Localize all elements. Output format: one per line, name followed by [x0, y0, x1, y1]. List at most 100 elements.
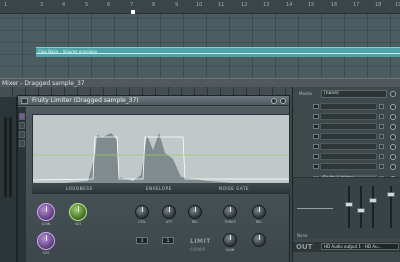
insert-slot-box[interactable]	[320, 103, 377, 110]
preset-dropdown[interactable]: (none)	[321, 90, 387, 98]
insert-slot-box[interactable]	[320, 133, 377, 140]
tab-noise-gate[interactable]	[19, 122, 25, 129]
insert-slot[interactable]	[295, 113, 399, 121]
eq-fader-track[interactable]	[360, 186, 362, 228]
tab-compressor[interactable]	[19, 131, 25, 138]
minimize-icon[interactable]	[271, 98, 277, 104]
plugin-title: Fruity Limiter (Dragged sample_37)	[32, 97, 139, 104]
eq-fader-low[interactable]	[345, 202, 353, 207]
menu-icon[interactable]	[21, 98, 28, 104]
close-icon[interactable]	[280, 98, 286, 104]
insert-panel: Master (none) None OUT HD Audio output 1…	[292, 87, 400, 262]
mixer-title: Mixer - Dragged sample_37	[2, 80, 85, 87]
eq-fader-mid[interactable]	[357, 208, 365, 213]
slot-enable-led[interactable]	[379, 124, 384, 129]
sus-knob[interactable]	[37, 232, 55, 250]
none-button[interactable]: None	[297, 233, 307, 238]
preset-row: Master (none)	[295, 90, 399, 98]
ruler-tick: 8	[152, 2, 156, 8]
ruler-tick: 6	[107, 2, 111, 8]
preset-knob[interactable]	[390, 91, 396, 97]
sat-knob[interactable]	[69, 203, 87, 221]
tab-limiter[interactable]	[19, 113, 25, 120]
level-meter-left	[4, 117, 7, 197]
insert-slot-box[interactable]	[320, 163, 377, 170]
slot-mix-knob[interactable]	[390, 104, 396, 110]
ceil-knob[interactable]	[135, 205, 149, 219]
slot-mix-knob[interactable]	[390, 144, 396, 150]
insert-slot[interactable]	[295, 163, 399, 171]
step-button-left[interactable]: 1	[136, 237, 148, 244]
gain-label: GAIN	[41, 222, 51, 226]
playlist-panel: 1 3 4 5 6 7 8 9 10 11 12 13 14 15 16 17 …	[0, 0, 400, 78]
rel-label: REL	[191, 220, 199, 224]
limit-logo: LIMIT	[190, 238, 211, 245]
slot-enable-led[interactable]	[379, 114, 384, 119]
slot-mix-knob[interactable]	[390, 114, 396, 120]
rel-knob[interactable]	[188, 205, 202, 219]
sat-label: SAT	[74, 222, 82, 226]
slot-mix-knob[interactable]	[390, 154, 396, 160]
output-row: OUT HD Audio output 1 - HD Au...	[293, 242, 400, 252]
chevron-down-icon[interactable]	[313, 124, 319, 129]
sus-label: SUS	[42, 251, 50, 255]
chevron-down-icon[interactable]	[313, 114, 319, 119]
comp-logo: COMP	[190, 247, 206, 252]
gate-gain-knob[interactable]	[223, 233, 237, 247]
ruler-tick: 12	[241, 2, 248, 8]
chevron-down-icon[interactable]	[313, 164, 319, 169]
thres-knob[interactable]	[223, 205, 237, 219]
slot-enable-led[interactable]	[379, 164, 384, 169]
ruler-tick: 9	[175, 2, 179, 8]
slot-enable-led[interactable]	[379, 134, 384, 139]
insert-slot-box[interactable]	[320, 143, 377, 150]
slot-enable-led[interactable]	[379, 144, 384, 149]
insert-slot[interactable]	[295, 153, 399, 161]
insert-slot-box[interactable]	[320, 153, 377, 160]
slot-enable-led[interactable]	[379, 104, 384, 109]
plugin-side-tabs	[18, 107, 26, 262]
gate-extra-knob[interactable]	[252, 233, 266, 247]
ruler-tick: 11	[218, 2, 225, 8]
chevron-down-icon[interactable]	[313, 104, 319, 109]
slot-mix-knob[interactable]	[390, 134, 396, 140]
timeline-ruler[interactable]: 1 3 4 5 6 7 8 9 10 11 12 13 14 15 16 17 …	[0, 0, 400, 14]
insert-slot-box[interactable]	[320, 123, 377, 130]
automation-clip[interactable]: Clap Basic - Volume envelope	[36, 47, 400, 57]
chevron-down-icon[interactable]	[313, 134, 319, 139]
tab-settings[interactable]	[19, 140, 25, 147]
eq-fader-track[interactable]	[372, 186, 374, 228]
chevron-down-icon[interactable]	[313, 144, 319, 149]
eq-curve[interactable]	[297, 208, 333, 209]
insert-slot-box[interactable]	[320, 113, 377, 120]
gate-rel-label: REL	[255, 220, 263, 224]
envelope-label: ENVELOPE	[146, 186, 172, 191]
eq-fader-track[interactable]	[348, 186, 350, 228]
volume-fader[interactable]	[387, 192, 395, 197]
gain-knob[interactable]	[37, 203, 55, 221]
insert-slot[interactable]	[295, 133, 399, 141]
step-button-right[interactable]: 1	[162, 237, 174, 244]
ruler-tick: 17	[353, 2, 360, 8]
eq-fader-high[interactable]	[369, 198, 377, 203]
ruler-ticks: 1 3 4 5 6 7 8 9 10 11 12 13 14 15 16 17 …	[0, 0, 400, 14]
waveform-graph	[33, 133, 289, 193]
ceil-label: CEIL	[138, 220, 146, 224]
slot-mix-knob[interactable]	[390, 164, 396, 170]
plugin-title-bar[interactable]: Fruity Limiter (Dragged sample_37)	[18, 96, 289, 106]
ruler-tick: 10	[196, 2, 203, 8]
gate-rel-knob[interactable]	[252, 205, 266, 219]
slot-mix-knob[interactable]	[390, 124, 396, 130]
chevron-down-icon[interactable]	[313, 154, 319, 159]
loudness-label: LOUDNESS	[66, 186, 93, 191]
playlist-grid[interactable]	[0, 14, 400, 78]
att-knob[interactable]	[162, 205, 176, 219]
thres-label: THRES	[224, 220, 236, 224]
output-dropdown[interactable]: HD Audio output 1 - HD Au...	[321, 243, 399, 250]
insert-slot[interactable]	[295, 123, 399, 131]
insert-slot[interactable]	[295, 143, 399, 151]
out-label: OUT	[296, 243, 313, 251]
insert-slot[interactable]	[295, 103, 399, 111]
mixer-title-bar[interactable]: Mixer - Dragged sample_37	[0, 78, 400, 87]
slot-enable-led[interactable]	[379, 154, 384, 159]
